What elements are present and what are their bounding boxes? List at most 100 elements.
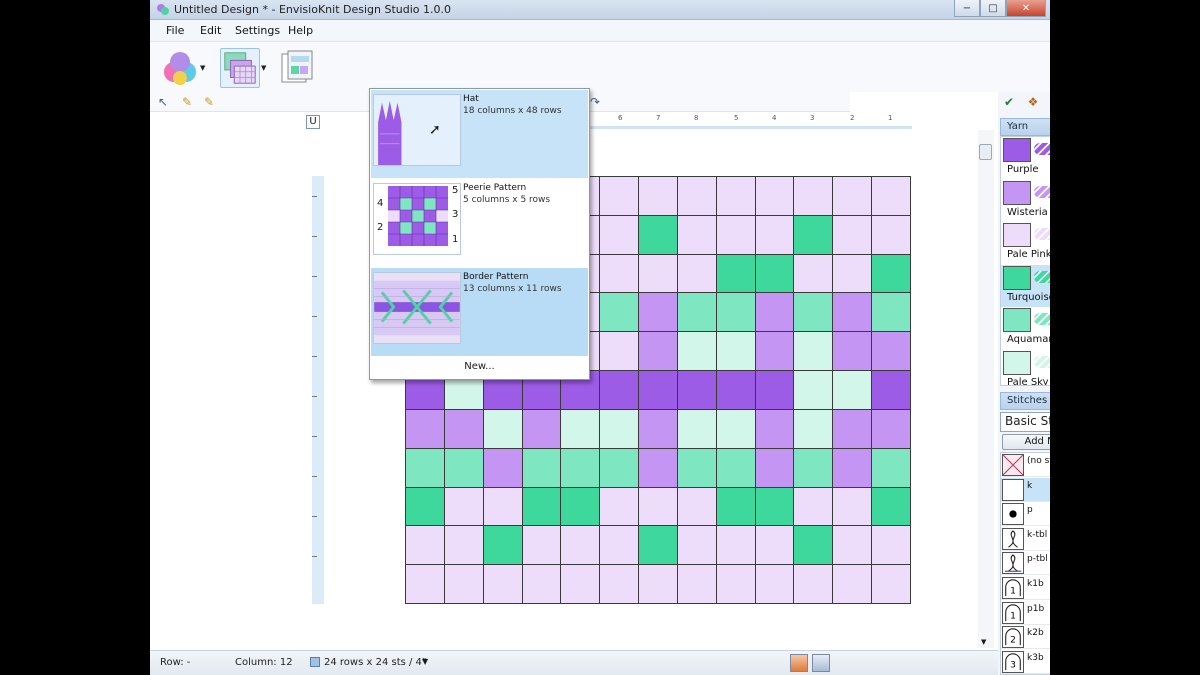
grid-cell[interactable]: [872, 332, 910, 371]
menu-edit[interactable]: Edit: [200, 24, 221, 37]
pencil-icon[interactable]: ✎: [180, 95, 194, 109]
grid-cell[interactable]: [522, 565, 561, 603]
grid-cell[interactable]: [444, 448, 483, 487]
yarn-dropdown-arrow-icon[interactable]: ▼: [200, 64, 205, 72]
stitch-item[interactable]: k: [1001, 477, 1050, 502]
minimize-button[interactable]: −: [954, 0, 980, 17]
grid-cell[interactable]: [872, 177, 910, 215]
canvas-scroll-thumb[interactable]: [979, 144, 992, 160]
yarn-item[interactable]: Purple: [1001, 137, 1050, 179]
grid-cell[interactable]: [794, 254, 833, 293]
pattern-item-peerie[interactable]: 4 2 5 3 1 Peerie Pattern 5 columns x 5 r…: [371, 179, 588, 267]
grid-cell[interactable]: [833, 332, 872, 371]
grid-cell[interactable]: [677, 332, 716, 371]
grid-cell[interactable]: [794, 293, 833, 332]
grid-cell[interactable]: [794, 177, 833, 215]
yarn-item[interactable]: Turquoise: [1001, 264, 1050, 307]
grid-cell[interactable]: [716, 332, 755, 371]
grid-cell[interactable]: [716, 371, 755, 409]
grid-cell[interactable]: [755, 487, 794, 526]
grid-cell[interactable]: [833, 487, 872, 526]
grid-cell[interactable]: [716, 526, 755, 565]
grid-cell[interactable]: [833, 371, 872, 409]
grid-cell[interactable]: [406, 565, 444, 603]
grid-cell[interactable]: [833, 409, 872, 448]
grid-cell[interactable]: [872, 565, 910, 603]
grid-cell[interactable]: [755, 332, 794, 371]
view-mode-icon[interactable]: [790, 654, 808, 672]
grid-cell[interactable]: [755, 448, 794, 487]
grid-cell[interactable]: [600, 448, 639, 487]
grid-cell[interactable]: [406, 448, 444, 487]
stitch-item[interactable]: k-tbl: [1001, 527, 1050, 551]
grid-cell[interactable]: [755, 254, 794, 293]
grid-cell[interactable]: [716, 487, 755, 526]
grid-cell[interactable]: [833, 215, 872, 254]
grid-cell[interactable]: [600, 565, 639, 603]
grid-cell[interactable]: [794, 409, 833, 448]
grid-cell[interactable]: [872, 448, 910, 487]
grid-cell[interactable]: [794, 526, 833, 565]
yarn-balls-icon[interactable]: [160, 48, 200, 88]
grid-cell[interactable]: [794, 448, 833, 487]
grid-cell[interactable]: [483, 565, 522, 603]
grid-cell[interactable]: [600, 409, 639, 448]
pattern-dropdown-arrow-icon[interactable]: ▼: [261, 64, 266, 72]
grid-cell[interactable]: [522, 448, 561, 487]
stitch-item[interactable]: p-tbl: [1001, 551, 1050, 576]
grid-cell[interactable]: [755, 177, 794, 215]
grid-cell[interactable]: [522, 487, 561, 526]
grid-cell[interactable]: [755, 215, 794, 254]
yarn-item[interactable]: Pale Pink: [1001, 222, 1050, 264]
grid-cell[interactable]: [639, 448, 677, 487]
grid-cell[interactable]: [755, 409, 794, 448]
stitch-set-select[interactable]: Basic Stitches ▼: [1000, 412, 1050, 432]
grid-cell[interactable]: [677, 487, 716, 526]
new-pattern-item[interactable]: New...: [370, 361, 589, 372]
pattern-item-border[interactable]: Border Pattern 13 columns x 11 rows: [371, 268, 588, 356]
yarn-item[interactable]: Pale Sky Blue: [1001, 350, 1050, 385]
grid-cell[interactable]: [716, 565, 755, 603]
grid-cell[interactable]: [872, 371, 910, 409]
stitch-item[interactable]: p: [1001, 502, 1050, 527]
grid-cell[interactable]: [677, 215, 716, 254]
grid-cell[interactable]: [872, 526, 910, 565]
grid-cell[interactable]: [794, 215, 833, 254]
grid-cell[interactable]: [677, 371, 716, 409]
grid-cell[interactable]: [872, 293, 910, 332]
grid-cell[interactable]: [444, 487, 483, 526]
yarn-properties-icon[interactable]: ❖: [1026, 95, 1040, 109]
grid-cell[interactable]: [677, 526, 716, 565]
grid-cell[interactable]: [716, 293, 755, 332]
scroll-down-arrow-icon[interactable]: ▼: [981, 638, 986, 646]
grid-cell[interactable]: [833, 254, 872, 293]
grid-cell[interactable]: [444, 409, 483, 448]
edit-yarn-icon[interactable]: ✔: [1002, 95, 1016, 109]
grid-cell[interactable]: [716, 254, 755, 293]
grid-cell[interactable]: [716, 215, 755, 254]
grid-cell[interactable]: [833, 526, 872, 565]
pencil-alt-icon[interactable]: ✎: [202, 95, 216, 109]
grid-cell[interactable]: [833, 448, 872, 487]
print-preview-icon[interactable]: [812, 654, 830, 672]
grid-cell[interactable]: [872, 487, 910, 526]
gauge-dropdown-arrow-icon[interactable]: ▼: [422, 657, 428, 666]
grid-cell[interactable]: [406, 526, 444, 565]
grid-cell[interactable]: [406, 409, 444, 448]
grid-cell[interactable]: [716, 409, 755, 448]
grid-cell[interactable]: [600, 215, 639, 254]
grid-cell[interactable]: [639, 487, 677, 526]
grid-cell[interactable]: [483, 526, 522, 565]
maximize-button[interactable]: □: [980, 0, 1006, 17]
menu-file[interactable]: File: [166, 24, 184, 37]
stitch-item[interactable]: 1 p1b: [1001, 601, 1050, 625]
pattern-sheet-icon[interactable]: [278, 48, 318, 88]
grid-cell[interactable]: [639, 371, 677, 409]
grid-cell[interactable]: [833, 565, 872, 603]
grid-cell[interactable]: [872, 254, 910, 293]
grid-cell[interactable]: [755, 526, 794, 565]
pattern-item-hat[interactable]: Hat 18 columns x 48 rows ➚: [371, 90, 588, 178]
add-stitches-button[interactable]: Add New Basic Stitches...: [1002, 434, 1050, 450]
grid-cell[interactable]: [677, 293, 716, 332]
grid-cell[interactable]: [639, 177, 677, 215]
